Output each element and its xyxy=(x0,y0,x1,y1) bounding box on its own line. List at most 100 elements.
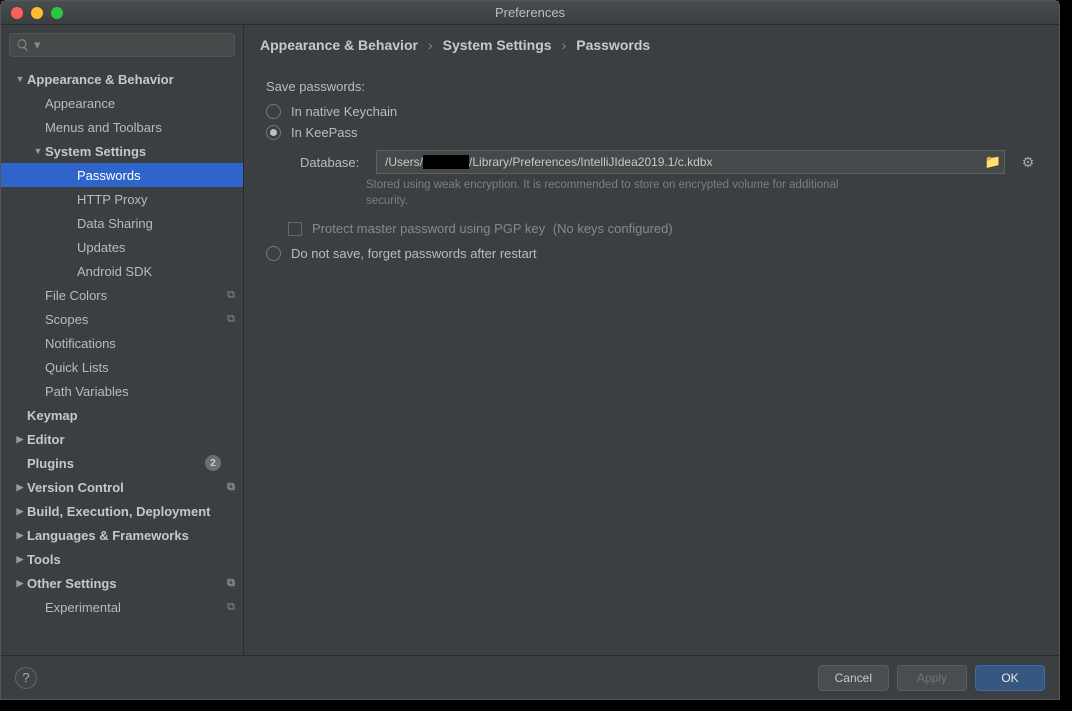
sidebar-item-system-settings[interactable]: ▼System Settings xyxy=(1,139,243,163)
sidebar-item-keymap[interactable]: Keymap xyxy=(1,403,243,427)
sidebar-item-label: Version Control xyxy=(27,480,124,495)
database-label: Database: xyxy=(300,155,366,170)
radio-icon xyxy=(266,246,281,261)
footer: ? Cancel Apply OK xyxy=(1,655,1059,699)
sidebar-item-notifications[interactable]: Notifications xyxy=(1,331,243,355)
radio-do-not-save[interactable]: Do not save, forget passwords after rest… xyxy=(266,246,1037,261)
chevron-down-icon: ▼ xyxy=(33,146,43,156)
protect-note: (No keys configured) xyxy=(553,221,673,236)
sidebar-item-android-sdk[interactable]: Android SDK xyxy=(1,259,243,283)
sidebar-item-appearance[interactable]: Appearance xyxy=(1,91,243,115)
breadcrumb-sep: › xyxy=(562,37,567,53)
database-field[interactable]: /Users/xxxxxxx/Library/Preferences/Intel… xyxy=(376,150,1005,174)
window-title: Preferences xyxy=(1,5,1059,20)
breadcrumb-system-settings[interactable]: System Settings xyxy=(443,37,552,53)
body: ▾ ▼Appearance & BehaviorAppearanceMenus … xyxy=(1,25,1059,655)
sidebar-item-file-colors[interactable]: File Colors ⧉ xyxy=(1,283,243,307)
sidebar-item-tools[interactable]: ▶Tools xyxy=(1,547,243,571)
project-scope-icon: ⧉ xyxy=(227,481,235,494)
breadcrumb-appearance[interactable]: Appearance & Behavior xyxy=(260,37,418,53)
sidebar-item-appearance-behavior[interactable]: ▼Appearance & Behavior xyxy=(1,67,243,91)
search-input[interactable]: ▾ xyxy=(9,33,235,57)
chevron-right-icon: ▶ xyxy=(15,554,25,565)
project-scope-icon: ⧉ xyxy=(227,577,235,590)
sidebar-item-label: Tools xyxy=(27,552,61,567)
protect-pgp-checkbox: Protect master password using PGP key (N… xyxy=(288,221,1037,236)
sidebar-item-label: Path Variables xyxy=(45,384,129,399)
cancel-button[interactable]: Cancel xyxy=(818,665,889,691)
database-path[interactable]: /Users/xxxxxxx/Library/Preferences/Intel… xyxy=(377,155,982,169)
sidebar-item-languages-frameworks[interactable]: ▶Languages & Frameworks xyxy=(1,523,243,547)
sidebar-item-label: Notifications xyxy=(45,336,116,351)
sidebar-item-label: Keymap xyxy=(27,408,78,423)
database-hint: Stored using weak encryption. It is reco… xyxy=(366,178,866,209)
settings-tree: ▼Appearance & BehaviorAppearanceMenus an… xyxy=(1,63,243,655)
sidebar-item-editor[interactable]: ▶Editor xyxy=(1,427,243,451)
radio-keepass[interactable]: In KeePass xyxy=(266,125,1037,140)
radio-icon xyxy=(266,104,281,119)
sidebar-item-updates[interactable]: Updates xyxy=(1,235,243,259)
chevron-right-icon: ▶ xyxy=(15,434,25,445)
radio-label: In KeePass xyxy=(291,125,358,140)
sidebar-item-http-proxy[interactable]: HTTP Proxy xyxy=(1,187,243,211)
help-button[interactable]: ? xyxy=(15,667,37,689)
redacted-username: xxxxxxx xyxy=(423,155,469,169)
sidebar-item-menus-and-toolbars[interactable]: Menus and Toolbars xyxy=(1,115,243,139)
preferences-window: Preferences ▾ ▼Appearance & BehaviorAppe… xyxy=(0,0,1060,700)
chevron-right-icon: ▶ xyxy=(15,578,25,589)
sidebar-item-label: Passwords xyxy=(77,168,141,183)
sidebar-item-label: Appearance & Behavior xyxy=(27,72,174,87)
sidebar-item-label: System Settings xyxy=(45,144,146,159)
sidebar-item-version-control[interactable]: ▶Version Control ⧉ xyxy=(1,475,243,499)
radio-label: In native Keychain xyxy=(291,104,397,119)
apply-button[interactable]: Apply xyxy=(897,665,967,691)
project-scope-icon: ⧉ xyxy=(227,313,235,326)
badge: 2 xyxy=(205,455,221,471)
sidebar-item-plugins[interactable]: Plugins 2 xyxy=(1,451,243,475)
project-scope-icon: ⧉ xyxy=(227,289,235,302)
chevron-right-icon: ▶ xyxy=(15,482,25,493)
sidebar-item-label: File Colors xyxy=(45,288,107,303)
sidebar-item-label: Languages & Frameworks xyxy=(27,528,189,543)
sidebar-item-build-execution-deployment[interactable]: ▶Build, Execution, Deployment xyxy=(1,499,243,523)
search-caret: ▾ xyxy=(34,37,41,53)
breadcrumb: Appearance & Behavior › System Settings … xyxy=(244,25,1059,61)
radio-native-keychain[interactable]: In native Keychain xyxy=(266,104,1037,119)
sidebar-item-other-settings[interactable]: ▶Other Settings ⧉ xyxy=(1,571,243,595)
main-panel: Appearance & Behavior › System Settings … xyxy=(244,25,1059,655)
breadcrumb-sep: › xyxy=(428,37,433,53)
sidebar-item-data-sharing[interactable]: Data Sharing xyxy=(1,211,243,235)
sidebar-item-label: Updates xyxy=(77,240,125,255)
breadcrumb-passwords: Passwords xyxy=(576,37,650,53)
chevron-right-icon: ▶ xyxy=(15,506,25,517)
sidebar-item-label: Plugins xyxy=(27,456,74,471)
sidebar-item-label: Build, Execution, Deployment xyxy=(27,504,210,519)
browse-folder-icon[interactable]: 📁 xyxy=(982,154,1004,170)
content: Save passwords: In native Keychain In Ke… xyxy=(244,61,1059,655)
sidebar-item-experimental[interactable]: Experimental⧉ xyxy=(1,595,243,619)
checkbox-icon xyxy=(288,222,302,236)
sidebar-item-label: Other Settings xyxy=(27,576,117,591)
sidebar-item-quick-lists[interactable]: Quick Lists xyxy=(1,355,243,379)
chevron-down-icon: ▼ xyxy=(15,74,25,84)
ok-button[interactable]: OK xyxy=(975,665,1045,691)
sidebar-item-passwords[interactable]: Passwords xyxy=(1,163,243,187)
radio-icon xyxy=(266,125,281,140)
sidebar-item-label: Quick Lists xyxy=(45,360,109,375)
sidebar-item-label: Experimental xyxy=(45,600,121,615)
titlebar: Preferences xyxy=(1,1,1059,25)
sidebar-item-label: Android SDK xyxy=(77,264,152,279)
sidebar-item-label: Data Sharing xyxy=(77,216,153,231)
radio-label: Do not save, forget passwords after rest… xyxy=(291,246,537,261)
sidebar-item-scopes[interactable]: Scopes ⧉ xyxy=(1,307,243,331)
sidebar-item-label: Editor xyxy=(27,432,65,447)
gear-icon[interactable]: ⚙ xyxy=(1019,154,1037,171)
sidebar-item-label: Menus and Toolbars xyxy=(45,120,162,135)
sidebar: ▾ ▼Appearance & BehaviorAppearanceMenus … xyxy=(1,25,244,655)
sidebar-item-label: HTTP Proxy xyxy=(77,192,148,207)
database-row: Database: /Users/xxxxxxx/Library/Prefere… xyxy=(300,150,1037,174)
save-passwords-label: Save passwords: xyxy=(266,79,1037,94)
sidebar-item-label: Scopes xyxy=(45,312,88,327)
chevron-right-icon: ▶ xyxy=(15,530,25,541)
sidebar-item-path-variables[interactable]: Path Variables xyxy=(1,379,243,403)
